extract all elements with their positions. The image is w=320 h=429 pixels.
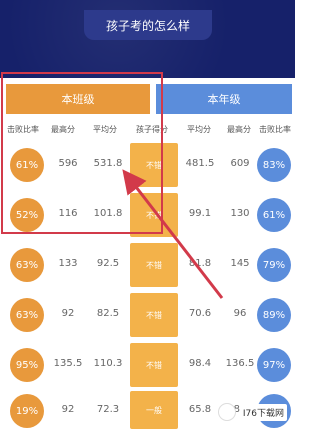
page-title: 孩子考的怎么样 (84, 10, 212, 40)
col-head-beat-rate-right: 击败比率 (259, 125, 291, 134)
watermark-logo-icon (217, 403, 236, 421)
grade-max-score: 136.5 (225, 358, 255, 369)
beat-rate-badge: 19% (10, 394, 44, 428)
grade-max-score: 609 (230, 158, 250, 169)
class-max-score: 92 (61, 308, 75, 319)
class-max-score: 135.5 (53, 358, 83, 369)
grade-avg-score: 65.8 (188, 404, 212, 415)
highlight-box (1, 72, 163, 234)
grade-max-score: 145 (230, 258, 250, 269)
child-score-tag: 不错 (130, 243, 178, 287)
watermark-text: I76下载网 (239, 403, 287, 421)
beat-rate-badge: 63% (10, 298, 44, 332)
grade-avg-score: 99.1 (188, 208, 212, 219)
class-avg-score: 72.3 (96, 404, 120, 415)
grade-beat-rate-badge: 83% (257, 148, 291, 182)
class-max-score: 92 (61, 404, 75, 415)
beat-rate-badge: 63% (10, 248, 44, 282)
grade-max-score: 96 (233, 308, 247, 319)
beat-rate-badge: 95% (10, 348, 44, 382)
child-score-tag: 不错 (130, 293, 178, 337)
col-head-max-right: 最高分 (227, 125, 251, 134)
class-avg-score: 92.5 (96, 258, 120, 269)
grade-avg-score: 70.6 (188, 308, 212, 319)
watermark: I76下载网 (217, 403, 287, 421)
class-avg-score: 110.3 (93, 358, 123, 369)
grade-avg-score: 98.4 (188, 358, 212, 369)
grade-avg-score: 81.8 (188, 258, 212, 269)
score-row: 63% 92 82.5 不错 70.6 96 89% (0, 290, 295, 340)
score-row: 63% 133 92.5 不错 81.8 145 79% (0, 240, 295, 290)
grade-beat-rate-badge: 89% (257, 298, 291, 332)
tab-grade[interactable]: 本年级 (156, 84, 292, 114)
col-head-avg-right: 平均分 (187, 125, 211, 134)
header-banner: 孩子考的怎么样 (0, 0, 295, 78)
grade-avg-score: 481.5 (185, 158, 215, 169)
class-avg-score: 82.5 (96, 308, 120, 319)
child-score-tag: 一般 (130, 391, 178, 429)
grade-beat-rate-badge: 61% (257, 198, 291, 232)
child-score-tag: 不错 (130, 343, 178, 387)
score-row: 95% 135.5 110.3 不错 98.4 136.5 97% (0, 340, 295, 390)
grade-max-score: 130 (230, 208, 250, 219)
grade-beat-rate-badge: 97% (257, 348, 291, 382)
grade-beat-rate-badge: 79% (257, 248, 291, 282)
class-max-score: 133 (58, 258, 78, 269)
